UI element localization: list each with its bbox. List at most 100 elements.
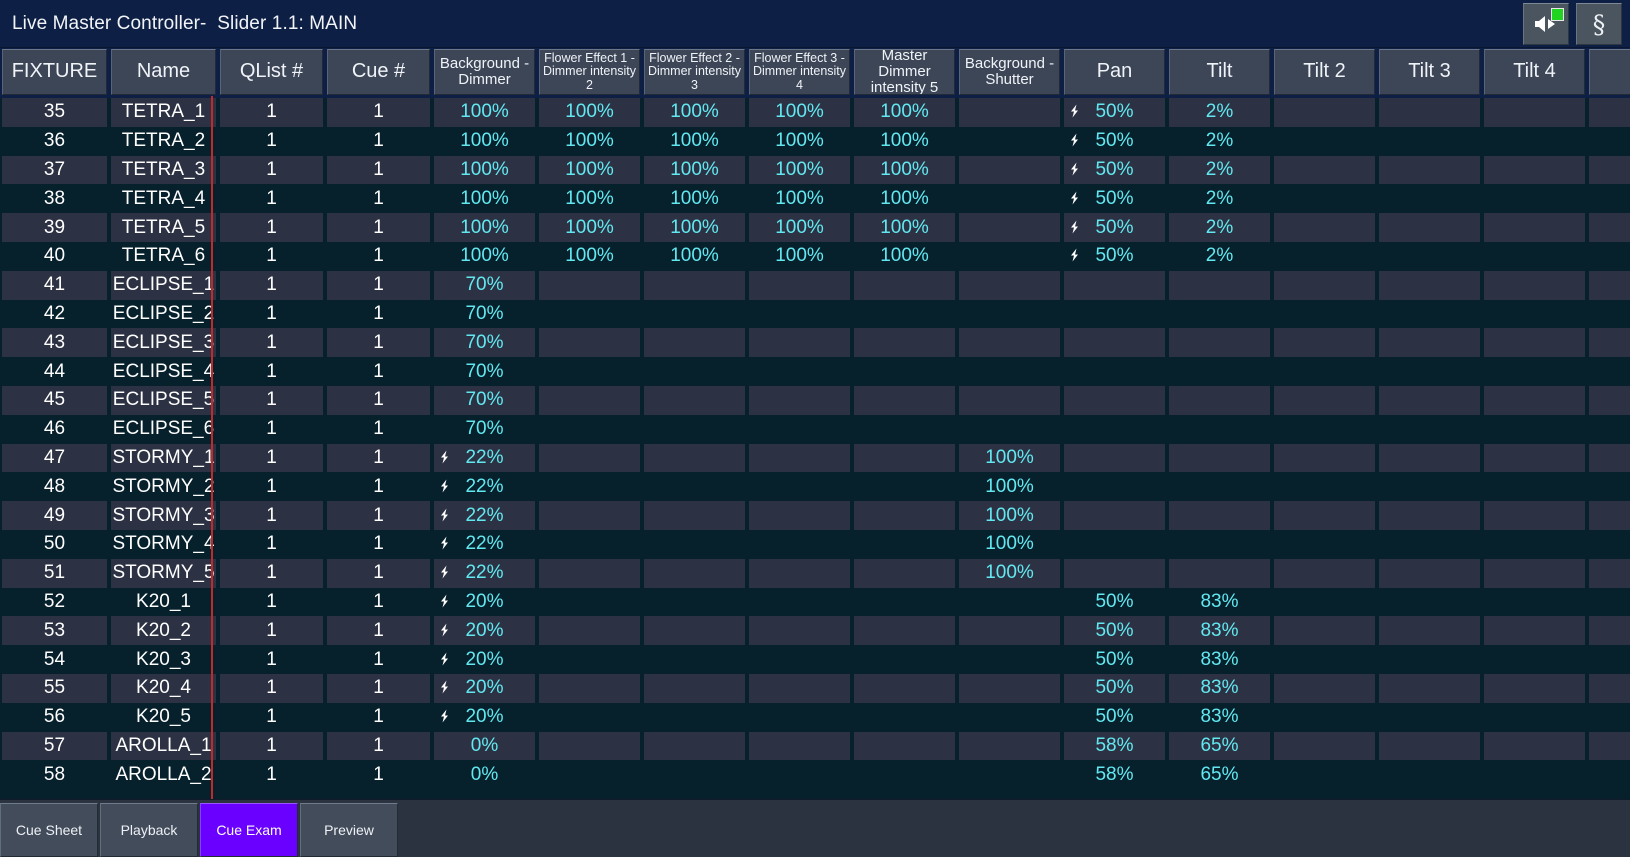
cell-name[interactable]: K20_5 <box>111 703 216 732</box>
table-row[interactable]: 40 TETRA_6 1 1 100% 100% 100% 100% 100% 50% 2% <box>0 241 1630 271</box>
cell-bgdim[interactable]: 22% <box>434 472 535 501</box>
cell-mdim[interactable] <box>854 357 955 386</box>
cell-fe1[interactable] <box>539 501 640 530</box>
cell-fixture[interactable]: 41 <box>2 270 107 300</box>
cell-fixture[interactable]: 57 <box>2 731 107 761</box>
cell-pan[interactable] <box>1064 558 1165 588</box>
cell-fe3[interactable] <box>749 270 850 300</box>
cell-bgdim[interactable]: 70% <box>434 357 535 386</box>
cell-cue[interactable]: 1 <box>327 703 430 732</box>
cell-fe1[interactable] <box>539 415 640 444</box>
cell-fe2[interactable] <box>644 588 745 617</box>
cell-name[interactable]: STORMY_1 <box>111 443 216 473</box>
cell-fe2[interactable] <box>644 616 745 646</box>
cell-tilt2[interactable] <box>1274 242 1375 271</box>
cell-tilt3[interactable] <box>1379 328 1480 358</box>
cell-bgdim[interactable]: 22% <box>434 558 535 588</box>
cell-tilt[interactable]: 2% <box>1169 184 1270 213</box>
cell-fe1[interactable] <box>539 443 640 473</box>
cell-qlist[interactable]: 1 <box>220 328 323 358</box>
cell-tilt[interactable]: 65% <box>1169 731 1270 761</box>
cell-tilt5[interactable] <box>1589 328 1630 358</box>
table-row[interactable]: 46 ECLIPSE_6 1 1 70% <box>0 414 1630 444</box>
cell-fe3[interactable]: 100% <box>749 184 850 213</box>
column-header-fe3[interactable]: Flower Effect 3 - Dimmer intensity 4 <box>749 49 850 95</box>
cell-cue[interactable]: 1 <box>327 415 430 444</box>
cell-tilt4[interactable] <box>1484 415 1585 444</box>
table-row[interactable]: 50 STORMY_4 1 1 22% 100% <box>0 529 1630 559</box>
cell-fixture[interactable]: 46 <box>2 415 107 444</box>
cell-fe1[interactable] <box>539 645 640 674</box>
cell-tilt[interactable]: 83% <box>1169 673 1270 703</box>
cell-bgshut[interactable] <box>959 645 1060 674</box>
cell-tilt3[interactable] <box>1379 760 1480 789</box>
cell-fe3[interactable] <box>749 385 850 415</box>
cell-fe3[interactable] <box>749 357 850 386</box>
cell-name[interactable]: TETRA_6 <box>111 242 216 271</box>
cell-fe1[interactable] <box>539 760 640 789</box>
cell-bgdim[interactable]: 70% <box>434 415 535 444</box>
cell-tilt4[interactable] <box>1484 673 1585 703</box>
cell-tilt2[interactable] <box>1274 328 1375 358</box>
cell-fe1[interactable]: 100% <box>539 127 640 156</box>
column-header-fe1[interactable]: Flower Effect 1 - Dimmer intensity 2 <box>539 49 640 95</box>
cell-tilt2[interactable] <box>1274 530 1375 559</box>
cell-tilt[interactable] <box>1169 328 1270 358</box>
cell-pan[interactable]: 50% <box>1064 98 1165 127</box>
cell-tilt2[interactable] <box>1274 155 1375 185</box>
cell-tilt5[interactable] <box>1589 472 1630 501</box>
cell-fixture[interactable]: 40 <box>2 242 107 271</box>
cell-tilt[interactable]: 2% <box>1169 127 1270 156</box>
table-row[interactable]: 49 STORMY_3 1 1 22% 100% <box>0 501 1630 530</box>
cell-fe3[interactable] <box>749 328 850 358</box>
cell-fe2[interactable] <box>644 760 745 789</box>
cell-tilt4[interactable] <box>1484 588 1585 617</box>
cell-fe2[interactable] <box>644 645 745 674</box>
cell-fixture[interactable]: 43 <box>2 328 107 358</box>
cell-fe3[interactable] <box>749 673 850 703</box>
cell-fe3[interactable]: 100% <box>749 98 850 127</box>
cell-name[interactable]: K20_3 <box>111 645 216 674</box>
cell-tilt5[interactable] <box>1589 673 1630 703</box>
cell-cue[interactable]: 1 <box>327 673 430 703</box>
cell-fe1[interactable] <box>539 270 640 300</box>
cell-tilt5[interactable] <box>1589 616 1630 646</box>
cell-bgshut[interactable] <box>959 703 1060 732</box>
cell-tilt[interactable]: 2% <box>1169 155 1270 185</box>
cell-cue[interactable]: 1 <box>327 127 430 156</box>
cell-fe1[interactable]: 100% <box>539 98 640 127</box>
cell-mdim[interactable]: 100% <box>854 98 955 127</box>
cell-fe1[interactable] <box>539 328 640 358</box>
cell-qlist[interactable]: 1 <box>220 213 323 242</box>
cell-mdim[interactable]: 100% <box>854 155 955 185</box>
cell-fixture[interactable]: 47 <box>2 443 107 473</box>
cell-bgshut[interactable]: 100% <box>959 530 1060 559</box>
cell-tilt[interactable] <box>1169 300 1270 329</box>
cell-fixture[interactable]: 51 <box>2 558 107 588</box>
cell-bgshut[interactable] <box>959 328 1060 358</box>
cell-cue[interactable]: 1 <box>327 501 430 530</box>
cell-pan[interactable] <box>1064 472 1165 501</box>
cell-fe2[interactable]: 100% <box>644 98 745 127</box>
cell-tilt3[interactable] <box>1379 731 1480 761</box>
cell-tilt4[interactable] <box>1484 242 1585 271</box>
cell-tilt2[interactable] <box>1274 472 1375 501</box>
cell-fixture[interactable]: 42 <box>2 300 107 329</box>
cell-tilt2[interactable] <box>1274 184 1375 213</box>
cell-name[interactable]: TETRA_2 <box>111 127 216 156</box>
table-row[interactable]: 38 TETRA_4 1 1 100% 100% 100% 100% 100% 50% 2% <box>0 184 1630 214</box>
cell-tilt5[interactable] <box>1589 242 1630 271</box>
cell-name[interactable]: ECLIPSE_4 <box>111 357 216 386</box>
cell-tilt[interactable]: 83% <box>1169 703 1270 732</box>
cell-qlist[interactable]: 1 <box>220 731 323 761</box>
cell-bgshut[interactable] <box>959 673 1060 703</box>
cell-name[interactable]: K20_4 <box>111 673 216 703</box>
cell-pan[interactable] <box>1064 530 1165 559</box>
cell-fe2[interactable] <box>644 558 745 588</box>
column-header-mdim[interactable]: Master Dimmer intensity 5 <box>854 49 955 95</box>
cell-pan[interactable]: 50% <box>1064 703 1165 732</box>
cell-tilt[interactable] <box>1169 270 1270 300</box>
cell-tilt3[interactable] <box>1379 501 1480 530</box>
cell-mdim[interactable] <box>854 472 955 501</box>
cell-bgdim[interactable]: 22% <box>434 443 535 473</box>
